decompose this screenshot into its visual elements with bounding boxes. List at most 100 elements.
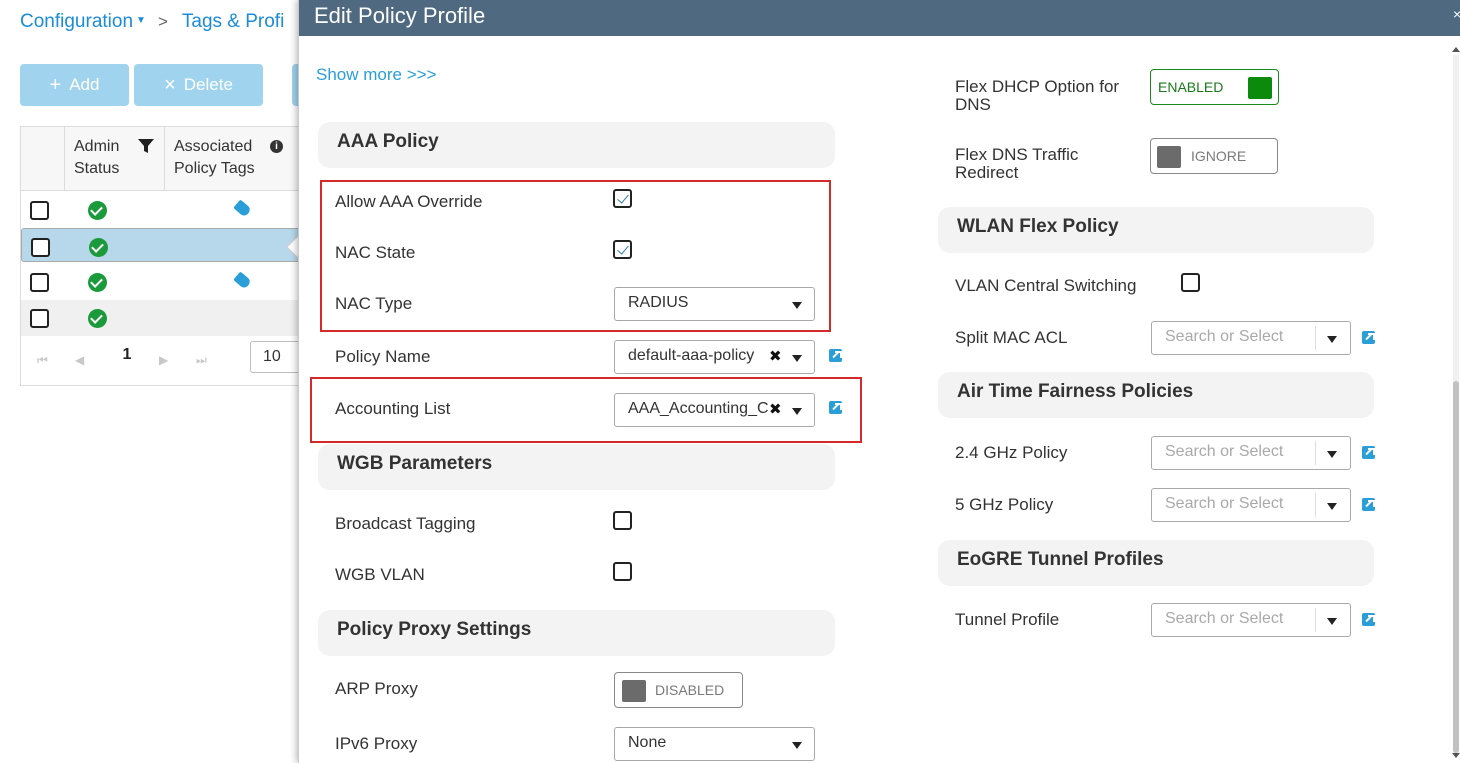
external-link-icon[interactable] — [829, 349, 842, 362]
tag-icon — [233, 271, 252, 290]
last-page-icon[interactable]: ⏭ — [196, 353, 207, 368]
section-title: Policy Proxy Settings — [337, 619, 532, 640]
ghz5-policy-select[interactable]: Search or Select — [1151, 488, 1351, 522]
flex-dns-traffic-redirect-state: IGNORE — [1191, 148, 1247, 164]
external-link-icon[interactable] — [1362, 331, 1375, 344]
vlan-central-switching-checkbox[interactable] — [1181, 273, 1200, 292]
section-title: Air Time Fairness Policies — [957, 381, 1194, 402]
chevron-down-icon — [792, 355, 802, 362]
modal-scrollbar[interactable] — [1451, 45, 1460, 763]
tunnel-profile-label: Tunnel Profile — [955, 610, 1060, 629]
ghz24-policy-placeholder: Search or Select — [1165, 443, 1284, 460]
modal-header: Edit Policy Profile × — [299, 0, 1460, 36]
flex-dhcp-option-dns-toggle[interactable]: ENABLED — [1150, 69, 1279, 105]
external-link-icon[interactable] — [1362, 446, 1375, 459]
filter-icon[interactable] — [137, 138, 155, 154]
status-ok-icon — [88, 201, 107, 220]
table-row[interactable] — [21, 192, 301, 228]
ipv6-proxy-label: IPv6 Proxy — [335, 734, 418, 753]
info-icon[interactable]: i — [270, 140, 283, 153]
current-page[interactable]: 1 — [113, 341, 141, 369]
flex-dns-traffic-redirect-label: Flex DNS Traffic Redirect — [955, 145, 1079, 182]
show-more-link[interactable]: Show more >>> — [316, 65, 437, 85]
flex-dns-traffic-redirect-toggle[interactable]: IGNORE — [1150, 138, 1278, 174]
header-select-column — [21, 127, 65, 190]
header-admin-status[interactable]: Admin Status — [65, 127, 165, 190]
scrollbar-thumb[interactable] — [1453, 381, 1459, 753]
ghz5-policy-placeholder: Search or Select — [1165, 495, 1284, 512]
chevron-down-icon — [1327, 503, 1337, 510]
wgb-vlan-checkbox[interactable] — [613, 562, 632, 581]
table-header: Admin Status Associated Policy Tags i — [21, 127, 301, 191]
next-page-icon[interactable]: ▶ — [159, 353, 168, 367]
first-page-icon[interactable]: ⏮ — [37, 353, 48, 368]
tunnel-profile-placeholder: Search or Select — [1165, 610, 1284, 627]
status-ok-icon — [88, 309, 107, 328]
flex-dhcp-option-dns-label: Flex DHCP Option for DNS — [955, 77, 1120, 114]
section-title: EoGRE Tunnel Profiles — [957, 549, 1164, 570]
clear-icon[interactable]: ✖ — [769, 347, 782, 365]
scroll-up-icon[interactable] — [1452, 47, 1460, 52]
section-wgb-parameters: WGB Parameters — [318, 444, 835, 490]
arp-proxy-label: ARP Proxy — [335, 679, 418, 698]
section-policy-proxy-settings: Policy Proxy Settings — [318, 610, 835, 656]
accounting-list-select[interactable]: AAA_Accounting_C ✖ — [614, 393, 815, 427]
broadcast-tagging-label: Broadcast Tagging — [335, 514, 476, 533]
chevron-down-icon — [792, 742, 802, 749]
add-button[interactable]: + Add — [20, 64, 129, 106]
scroll-down-icon[interactable] — [1452, 753, 1460, 758]
allow-aaa-override-checkbox[interactable] — [613, 189, 632, 208]
toggle-knob — [622, 680, 646, 702]
header-associated-policy-tags-label: Associated Policy Tags — [174, 138, 255, 177]
external-link-icon[interactable] — [1362, 498, 1375, 511]
row-checkbox[interactable] — [30, 273, 49, 292]
row-checkbox[interactable] — [30, 201, 49, 220]
edit-policy-profile-modal: Edit Policy Profile × Show more >>> AAA … — [298, 0, 1460, 763]
split-mac-acl-select[interactable]: Search or Select — [1151, 321, 1351, 355]
ghz5-policy-label: 5 GHz Policy — [955, 495, 1054, 514]
page-size-select[interactable]: 10 — [250, 341, 305, 373]
table-row[interactable] — [21, 264, 301, 300]
chevron-down-icon — [792, 302, 802, 309]
chevron-down-icon — [1327, 618, 1337, 625]
breadcrumb-configuration[interactable]: Configuration — [20, 11, 133, 32]
prev-page-icon[interactable]: ◀ — [75, 353, 84, 367]
ipv6-proxy-select[interactable]: None — [614, 727, 815, 761]
row-checkbox[interactable] — [31, 238, 50, 257]
table-pager: ⏮ ◀ 1 ▶ ⏭ 10 — [21, 337, 305, 387]
policy-profile-table: Admin Status Associated Policy Tags i ⏮ … — [20, 126, 305, 387]
external-link-icon[interactable] — [1362, 613, 1375, 626]
flex-dhcp-option-dns-state: ENABLED — [1158, 79, 1224, 95]
toggle-knob — [1248, 77, 1272, 99]
close-icon[interactable]: × — [1453, 6, 1460, 18]
tunnel-profile-select[interactable]: Search or Select — [1151, 603, 1351, 637]
status-ok-icon — [88, 273, 107, 292]
toggle-knob — [1157, 146, 1181, 168]
policy-name-select[interactable]: default-aaa-policy ✖ — [614, 340, 815, 374]
row-checkbox[interactable] — [30, 309, 49, 328]
section-air-time-fairness: Air Time Fairness Policies — [938, 372, 1374, 418]
nac-state-checkbox[interactable] — [613, 240, 632, 259]
tag-icon — [233, 199, 252, 218]
breadcrumb-tags-profiles[interactable]: Tags & Profi — [182, 11, 284, 32]
arp-proxy-toggle[interactable]: DISABLED — [614, 672, 743, 708]
table-row-selected[interactable] — [21, 228, 301, 262]
select-divider — [1315, 608, 1316, 632]
modal-title: Edit Policy Profile — [314, 3, 486, 28]
status-ok-icon — [89, 238, 108, 257]
ghz24-policy-select[interactable]: Search or Select — [1151, 436, 1351, 470]
section-title: WGB Parameters — [337, 453, 493, 474]
caret-down-icon[interactable]: ▼ — [136, 15, 146, 26]
nac-type-select[interactable]: RADIUS — [614, 287, 815, 321]
chevron-down-icon — [1327, 336, 1337, 343]
broadcast-tagging-checkbox[interactable] — [613, 511, 632, 530]
select-divider — [1315, 441, 1316, 465]
clear-icon[interactable]: ✖ — [769, 400, 782, 418]
breadcrumb: Configuration ▼ > Tags & Profi — [20, 11, 284, 33]
nac-type-value: RADIUS — [628, 294, 689, 311]
section-title: WLAN Flex Policy — [957, 216, 1119, 237]
delete-button[interactable]: × Delete — [134, 64, 263, 106]
background-page: Configuration ▼ > Tags & Profi + Add × Dele… — [0, 0, 305, 763]
external-link-icon[interactable] — [829, 401, 842, 414]
table-row[interactable] — [21, 300, 301, 336]
